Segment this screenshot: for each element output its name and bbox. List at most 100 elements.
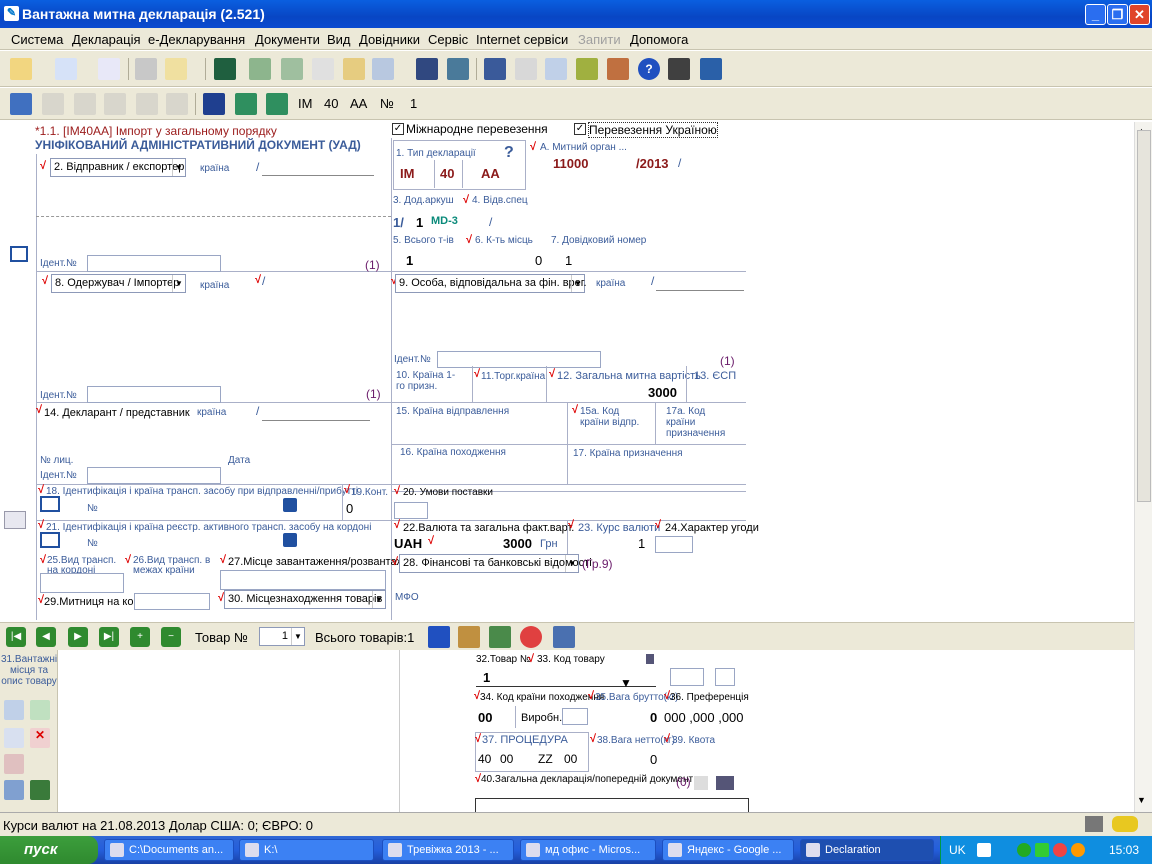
first-goods-icon[interactable]: |◀ bbox=[6, 627, 26, 647]
coins-icon[interactable] bbox=[343, 58, 365, 80]
table-export-icon[interactable] bbox=[447, 58, 469, 80]
responsible-ident-input[interactable] bbox=[437, 351, 601, 368]
scroll-down-icon[interactable]: ▼ bbox=[1137, 795, 1146, 805]
export-icon[interactable] bbox=[266, 93, 288, 115]
paste-desc-icon[interactable] bbox=[30, 700, 50, 720]
bus-icon-2[interactable] bbox=[283, 533, 297, 547]
vertical-scrollbar[interactable]: ▲ ▼ bbox=[1134, 122, 1152, 812]
goods-doc-icon[interactable] bbox=[553, 626, 575, 648]
layers-icon[interactable] bbox=[4, 780, 24, 800]
goods-location-dropdown[interactable]: 30. Місцезнаходження товарів ▼ bbox=[224, 590, 386, 609]
start-button[interactable]: пуск bbox=[0, 836, 98, 864]
active-transport-icon[interactable] bbox=[40, 532, 60, 548]
tray-icon-4[interactable] bbox=[1071, 843, 1085, 857]
copy-desc-icon[interactable] bbox=[4, 700, 24, 720]
deal-type-input[interactable] bbox=[655, 536, 693, 553]
responsible-person-dropdown[interactable]: 9. Особа, відповідальна за фін. врег. ▼ bbox=[395, 274, 587, 293]
save-icon[interactable] bbox=[214, 58, 236, 80]
print-icon[interactable] bbox=[135, 58, 157, 80]
document-icon[interactable] bbox=[312, 58, 334, 80]
tools-icon[interactable] bbox=[576, 58, 598, 80]
printer2-icon[interactable] bbox=[372, 58, 394, 80]
task-chrome[interactable]: Яндекс - Google ... bbox=[662, 839, 794, 861]
copy-doc-icon[interactable] bbox=[55, 58, 77, 80]
camera-icon[interactable] bbox=[668, 58, 690, 80]
receiver-ident-input[interactable] bbox=[87, 386, 221, 403]
ua-checkbox[interactable]: ✓ bbox=[574, 123, 586, 135]
menu-references[interactable]: Довідники bbox=[359, 32, 420, 47]
help-tray-icon[interactable] bbox=[977, 843, 991, 857]
code-extra-input[interactable] bbox=[670, 668, 704, 686]
goods-list-icon[interactable] bbox=[489, 626, 511, 648]
task-documents[interactable]: C:\Documents an... bbox=[104, 839, 234, 861]
goods-number-select[interactable]: 1 ▼ bbox=[259, 627, 305, 646]
new-doc-icon[interactable] bbox=[10, 58, 32, 80]
doc-menu-icon[interactable] bbox=[716, 776, 734, 790]
sender-ident-input[interactable] bbox=[87, 255, 221, 272]
task-declaration[interactable]: Declaration bbox=[800, 839, 934, 861]
border-transport-input[interactable] bbox=[40, 573, 124, 593]
tray-icon-2[interactable] bbox=[1035, 843, 1049, 857]
loading-place-input[interactable] bbox=[220, 570, 386, 590]
users-icon[interactable] bbox=[607, 58, 629, 80]
menu-documents[interactable]: Документи bbox=[255, 32, 320, 47]
help-question-icon[interactable]: ? bbox=[504, 144, 514, 162]
minimize-button[interactable]: _ bbox=[1085, 4, 1106, 25]
grid-icon[interactable] bbox=[10, 93, 32, 115]
save-record-icon[interactable] bbox=[203, 93, 225, 115]
side-menu-icon[interactable] bbox=[4, 511, 26, 529]
last-goods-icon[interactable]: ▶| bbox=[99, 627, 119, 647]
manufacturer-input[interactable] bbox=[562, 708, 588, 725]
lifebuoy-icon[interactable] bbox=[520, 626, 542, 648]
menu-e-declaring[interactable]: е-Декларування bbox=[148, 32, 245, 47]
edit-desc-icon[interactable] bbox=[4, 754, 24, 774]
delivery-terms-input[interactable] bbox=[394, 502, 428, 519]
check-icon[interactable] bbox=[165, 58, 187, 80]
bus-icon[interactable] bbox=[283, 498, 297, 512]
declarant-ident-input[interactable] bbox=[87, 467, 221, 484]
intl-checkbox[interactable]: ✓ bbox=[392, 123, 404, 135]
task-word-2[interactable]: мд офис - Micros... bbox=[520, 839, 656, 861]
code-extra-input-2[interactable] bbox=[715, 668, 735, 686]
menu-view[interactable]: Вид bbox=[327, 32, 351, 47]
menu-service[interactable]: Сервіс bbox=[428, 32, 468, 47]
menu-system[interactable]: Система bbox=[11, 32, 63, 47]
package-icon[interactable] bbox=[458, 626, 480, 648]
receiver-type-dropdown[interactable]: 8. Одержувач / Імпортер ▼ bbox=[51, 274, 186, 293]
maximize-button[interactable]: ❐ bbox=[1107, 4, 1128, 25]
prev-goods-icon[interactable]: ◀ bbox=[36, 627, 56, 647]
money-icon[interactable] bbox=[249, 58, 271, 80]
task-word-1[interactable]: Тревіжка 2013 - ... bbox=[382, 839, 514, 861]
border-customs-input[interactable] bbox=[134, 593, 210, 610]
transport-list-icon[interactable] bbox=[40, 496, 60, 512]
exit-icon[interactable] bbox=[700, 58, 722, 80]
close-button[interactable]: ✕ bbox=[1129, 4, 1150, 25]
tray-icon-1[interactable] bbox=[1017, 843, 1031, 857]
goods-description-area[interactable] bbox=[60, 650, 400, 812]
delete-goods-icon[interactable]: − bbox=[161, 627, 181, 647]
phone-book-icon[interactable] bbox=[545, 58, 567, 80]
import-icon[interactable] bbox=[235, 93, 257, 115]
help-icon[interactable]: ? bbox=[638, 58, 660, 80]
scroll-thumb[interactable] bbox=[1137, 130, 1151, 502]
info-icon[interactable] bbox=[428, 626, 450, 648]
doc-attach-icon[interactable] bbox=[694, 776, 708, 790]
edit-icon[interactable] bbox=[484, 58, 506, 80]
archive-icon[interactable] bbox=[515, 58, 537, 80]
documents-table[interactable] bbox=[475, 798, 749, 812]
menu-declaration[interactable]: Декларація bbox=[72, 32, 141, 47]
calculator-icon[interactable] bbox=[281, 58, 303, 80]
tray-icon-3[interactable] bbox=[1053, 843, 1067, 857]
delete-desc-icon[interactable]: ✕ bbox=[30, 728, 50, 748]
next-goods-icon[interactable]: ▶ bbox=[68, 627, 88, 647]
language-indicator[interactable]: UK bbox=[949, 843, 966, 857]
menu-internet-services[interactable]: Internet сервіси bbox=[476, 32, 568, 47]
window-toggle-icon[interactable] bbox=[10, 246, 28, 262]
menu-help[interactable]: Допомога bbox=[630, 32, 688, 47]
duplicate-icon[interactable] bbox=[4, 728, 24, 748]
eu-icon[interactable] bbox=[98, 58, 120, 80]
excel-icon[interactable] bbox=[30, 780, 50, 800]
add-goods-icon[interactable]: + bbox=[130, 627, 150, 647]
database-icon[interactable] bbox=[416, 58, 438, 80]
code-dropdown-arrow-icon[interactable]: ▼ bbox=[620, 676, 632, 690]
